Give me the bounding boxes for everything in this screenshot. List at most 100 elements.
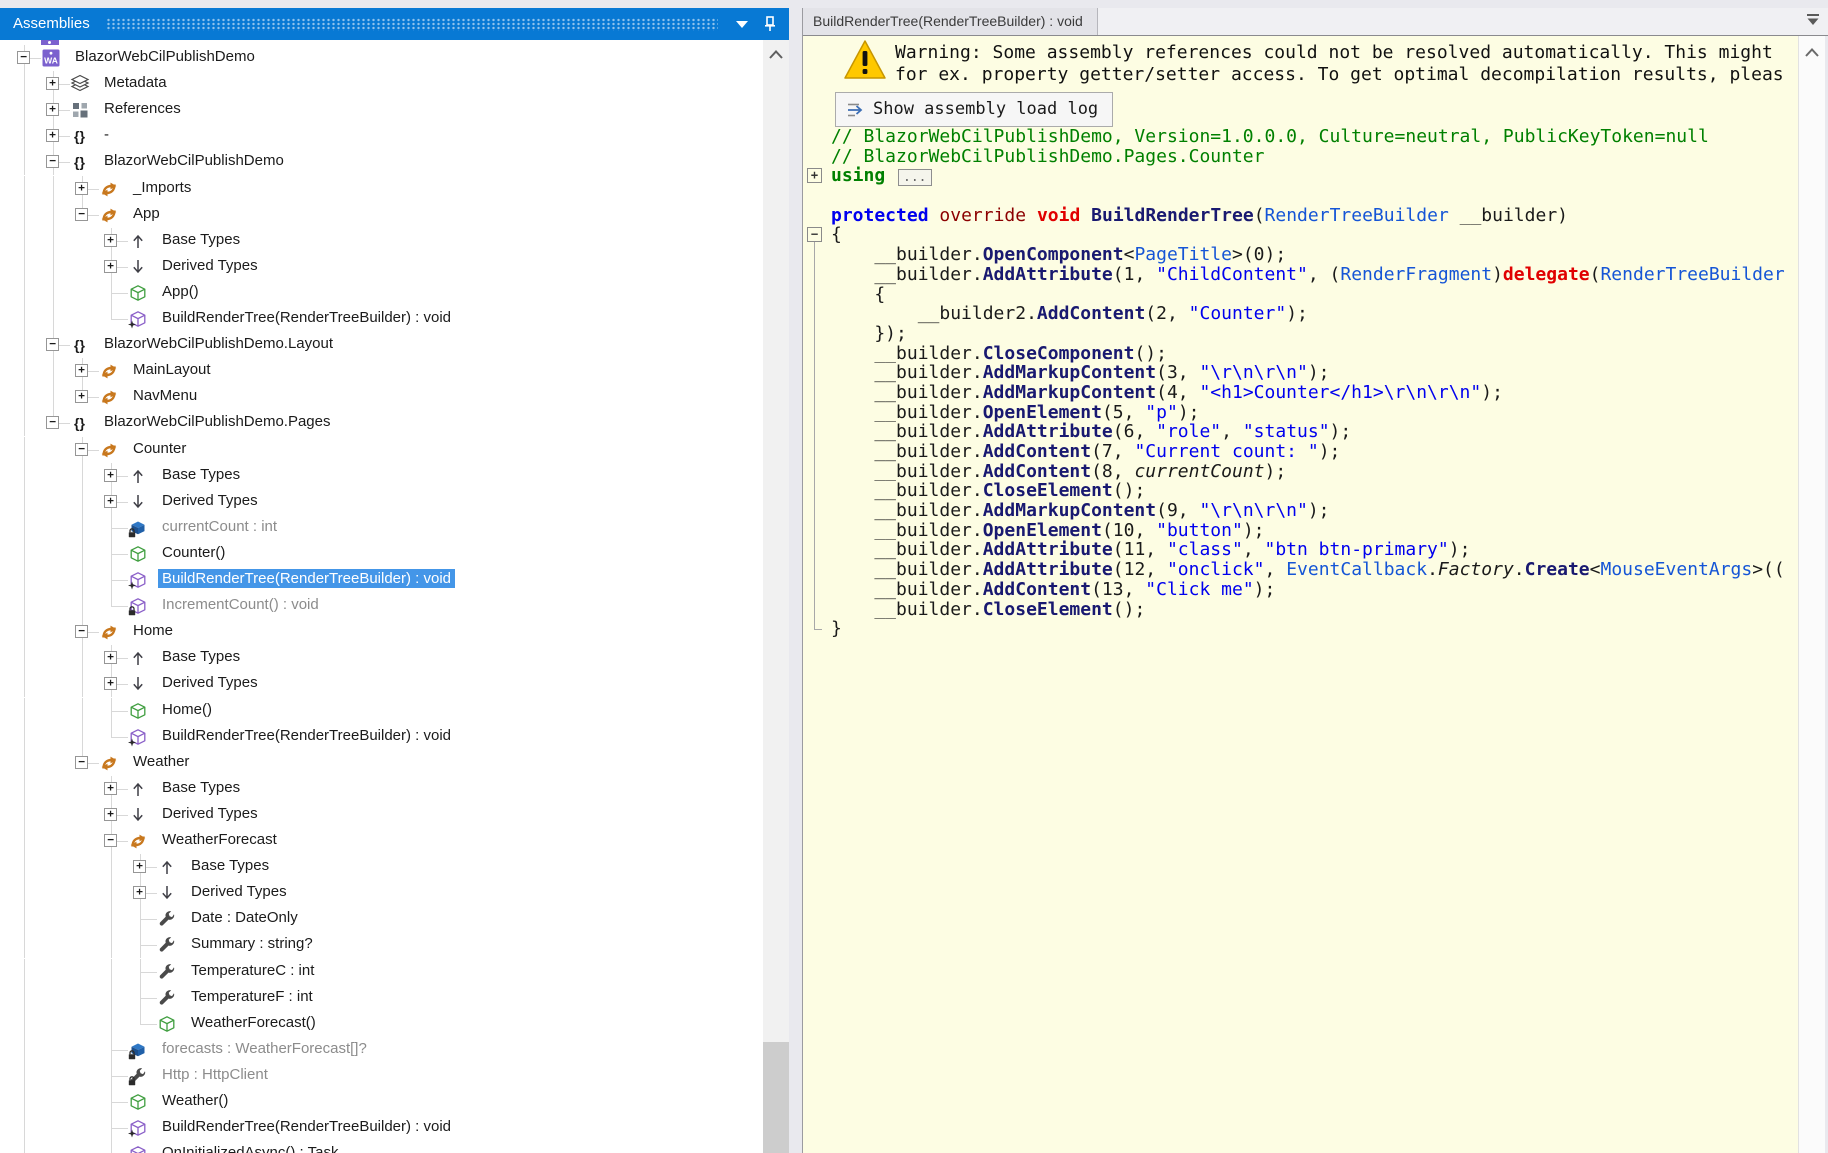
collapse-icon[interactable]: − <box>75 443 88 456</box>
pin-icon[interactable] <box>762 14 778 39</box>
fold-collapse-icon[interactable]: − <box>807 227 822 242</box>
assemblies-panel-header[interactable]: Assemblies <box>0 8 789 40</box>
collapse-icon[interactable]: − <box>46 416 59 429</box>
code-line <box>831 186 1798 206</box>
tree-guide-line <box>24 724 25 750</box>
tree-row[interactable]: Weather() <box>0 1089 763 1115</box>
tree-row[interactable]: Summary : string? <box>0 932 763 958</box>
code-line: __builder.OpenComponent<PageTitle>(0); <box>831 245 1798 265</box>
tree-row[interactable]: +Base Types <box>0 854 763 880</box>
tree-row[interactable]: +Derived Types <box>0 254 763 280</box>
tree-scrollbar[interactable] <box>763 40 789 1153</box>
tree-row[interactable]: +Base Types <box>0 645 763 671</box>
tree-row[interactable]: +Derived Types <box>0 489 763 515</box>
collapse-icon[interactable]: − <box>17 51 30 64</box>
tree-row[interactable]: Home() <box>0 698 763 724</box>
tree-row[interactable]: +Base Types <box>0 776 763 802</box>
tree-row[interactable]: − WeatherForecast <box>0 828 763 854</box>
tree-guide-line <box>24 1037 25 1063</box>
tree-row[interactable]: OnInitializedAsync() : Task <box>0 1141 763 1153</box>
tree-row[interactable]: App() <box>0 280 763 306</box>
code-scrollbar[interactable] <box>1798 36 1826 1153</box>
window-top-strip <box>0 0 1828 8</box>
panel-menu-chevron-icon[interactable] <box>736 21 748 28</box>
tree-row[interactable]: −{}BlazorWebCilPublishDemo.Layout <box>0 332 763 358</box>
tree-scrollbar-thumb[interactable] <box>763 1042 789 1153</box>
tree-guide-line <box>24 750 25 776</box>
tree-item-label: Derived Types <box>162 805 258 822</box>
collapse-icon[interactable]: − <box>75 208 88 221</box>
tree-row[interactable]: −Counter <box>0 437 763 463</box>
fold-expand-icon[interactable]: + <box>807 168 822 183</box>
assemblies-tree[interactable]: −WABlazorWebCilPublishDemo+Metadata+Refe… <box>0 40 763 1153</box>
tree-row[interactable]: +_Imports <box>0 176 763 202</box>
tree-row[interactable]: BuildRenderTree(RenderTreeBuilder) : voi… <box>0 724 763 750</box>
tree-row[interactable]: +Base Types <box>0 228 763 254</box>
tree-row[interactable]: −Home <box>0 619 763 645</box>
collapse-icon[interactable]: − <box>104 834 117 847</box>
class-icon <box>99 753 119 773</box>
tree-item-label: Weather <box>133 753 189 770</box>
tree-row[interactable]: − Weather <box>0 750 763 776</box>
tree-row[interactable]: Http : HttpClient <box>0 1063 763 1089</box>
tree-row[interactable]: Counter() <box>0 541 763 567</box>
scroll-up-icon[interactable] <box>1805 44 1819 62</box>
code-view[interactable]: Warning: Some assembly references could … <box>803 35 1828 1153</box>
collapse-icon[interactable]: − <box>46 338 59 351</box>
expand-icon[interactable]: + <box>104 234 117 247</box>
class-icon <box>99 179 119 199</box>
tree-row[interactable]: forecasts : WeatherForecast[]? <box>0 1037 763 1063</box>
collapse-icon[interactable]: − <box>46 155 59 168</box>
tree-row[interactable]: + Derived Types <box>0 802 763 828</box>
tree-row[interactable]: −{}BlazorWebCilPublishDemo <box>0 149 763 175</box>
tree-row[interactable]: +References <box>0 97 763 123</box>
tree-row[interactable]: +MainLayout <box>0 358 763 384</box>
expand-icon[interactable]: + <box>104 808 117 821</box>
expand-icon[interactable]: + <box>104 677 117 690</box>
scroll-up-icon[interactable] <box>769 46 783 64</box>
show-assembly-load-log-button[interactable]: Show assembly load log <box>835 92 1113 127</box>
expand-icon[interactable]: + <box>46 77 59 90</box>
tree-row[interactable]: Date : DateOnly <box>0 906 763 932</box>
expand-icon[interactable]: + <box>46 103 59 116</box>
expand-icon[interactable]: + <box>133 886 146 899</box>
tree-guide-line <box>111 1141 112 1153</box>
collapse-icon[interactable]: − <box>75 756 88 769</box>
tree-row[interactable]: BuildRenderTree(RenderTreeBuilder) : voi… <box>0 1115 763 1141</box>
tree-row[interactable]: +NavMenu <box>0 384 763 410</box>
tree-row[interactable]: WeatherForecast() <box>0 1011 763 1037</box>
collapse-icon[interactable]: − <box>75 625 88 638</box>
tree-guide-line <box>24 828 25 854</box>
expand-icon[interactable]: + <box>104 651 117 664</box>
tree-row[interactable]: currentCount : int <box>0 515 763 541</box>
expand-icon[interactable]: + <box>75 390 88 403</box>
tab-list-dropdown-icon[interactable] <box>1805 13 1821 32</box>
expand-icon[interactable]: + <box>104 495 117 508</box>
tree-row[interactable]: TemperatureC : int <box>0 959 763 985</box>
tree-row[interactable]: TemperatureF : int <box>0 985 763 1011</box>
tree-item-label: BlazorWebCilPublishDemo.Layout <box>104 335 333 352</box>
tree-row[interactable]: −WABlazorWebCilPublishDemo <box>0 45 763 71</box>
expand-icon[interactable]: + <box>75 364 88 377</box>
tree-row[interactable]: +Base Types <box>0 463 763 489</box>
tree-guide-line <box>53 176 54 202</box>
expand-icon[interactable]: + <box>46 129 59 142</box>
tree-row[interactable]: +{}- <box>0 123 763 149</box>
panel-splitter[interactable] <box>789 8 802 1153</box>
tab-buildrendertree[interactable]: BuildRenderTree(RenderTreeBuilder) : voi… <box>803 8 1098 35</box>
tree-row[interactable]: IncrementCount() : void <box>0 593 763 619</box>
tree-row[interactable]: −App <box>0 202 763 228</box>
tree-row[interactable]: +Derived Types <box>0 880 763 906</box>
expand-icon[interactable]: + <box>104 469 117 482</box>
tree-item-label: WeatherForecast <box>162 831 277 848</box>
tree-row[interactable]: +Metadata <box>0 71 763 97</box>
expand-icon[interactable]: + <box>104 782 117 795</box>
expand-icon[interactable]: + <box>75 182 88 195</box>
tree-row[interactable]: BuildRenderTree(RenderTreeBuilder) : voi… <box>0 306 763 332</box>
expand-icon[interactable]: + <box>104 260 117 273</box>
tree-guide-stub <box>111 1076 128 1077</box>
tree-row[interactable]: BuildRenderTree(RenderTreeBuilder) : voi… <box>0 567 763 593</box>
tree-row[interactable]: +Derived Types <box>0 671 763 697</box>
expand-icon[interactable]: + <box>133 860 146 873</box>
tree-row[interactable]: −{}BlazorWebCilPublishDemo.Pages <box>0 410 763 436</box>
